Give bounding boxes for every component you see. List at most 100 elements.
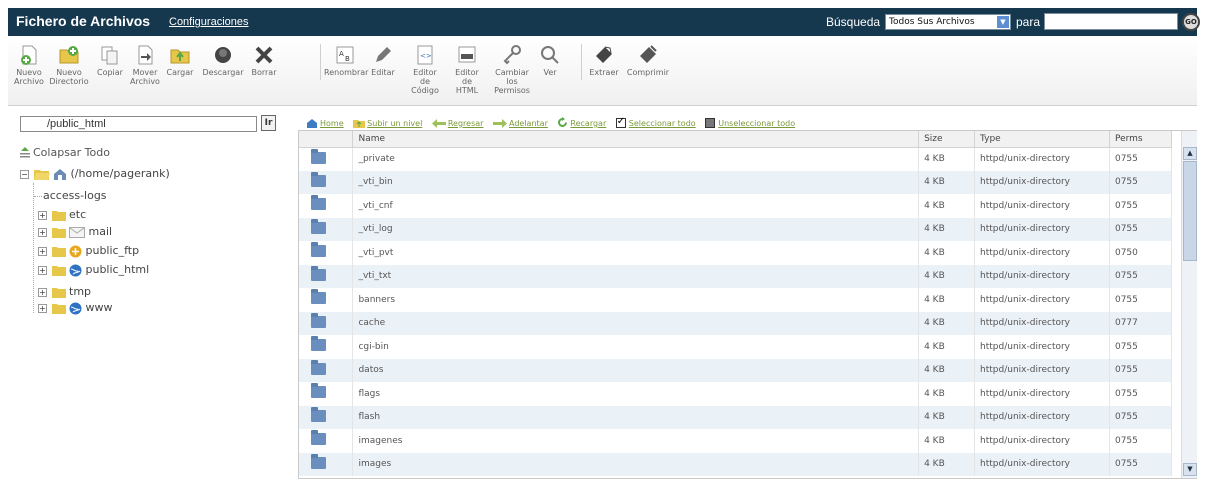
table-row[interactable]: _private 4 KB httpd/unix-directory 0755 xyxy=(299,147,1173,171)
search-input[interactable] xyxy=(1044,13,1178,30)
folder-icon xyxy=(311,406,326,422)
tree-node-mail[interactable]: + mail xyxy=(38,225,112,238)
unselect-all-link[interactable]: Unseleccionar todo xyxy=(705,118,795,128)
tree-node-etc[interactable]: + etc xyxy=(38,208,86,221)
up-level-link[interactable]: Subir un nivel xyxy=(353,118,422,128)
change-permissions-button[interactable]: Cambiar los Permisos xyxy=(492,44,532,95)
file-name[interactable]: flash xyxy=(352,405,920,429)
reload-link[interactable]: Recargar xyxy=(557,117,606,128)
file-name[interactable]: _vti_txt xyxy=(352,264,920,288)
collapse-toggle[interactable]: − xyxy=(20,169,29,179)
new-file-label-2: Archivo xyxy=(14,77,44,86)
tree-node-public-ftp[interactable]: + public_ftp xyxy=(38,244,139,258)
select-all-link[interactable]: Seleccionar todo xyxy=(615,116,696,128)
compress-button[interactable]: Comprimir xyxy=(626,44,670,77)
table-row[interactable]: _vti_log 4 KB httpd/unix-directory 0755 xyxy=(299,217,1173,241)
code-editor-label-2: de xyxy=(420,77,430,86)
table-row[interactable]: _vti_txt 4 KB httpd/unix-directory 0755 xyxy=(299,264,1173,288)
type-column-header[interactable]: Type xyxy=(974,131,1110,148)
file-name[interactable]: _private xyxy=(352,147,920,171)
file-perms: 0750 xyxy=(1109,241,1173,265)
file-name[interactable]: _vti_bin xyxy=(352,170,920,194)
file-type: httpd/unix-directory xyxy=(974,335,1110,359)
tree-node-tmp[interactable]: + tmp xyxy=(38,285,91,298)
file-name[interactable]: _vti_log xyxy=(352,217,920,241)
new-file-button[interactable]: Nuevo Archivo xyxy=(14,44,44,86)
file-perms: 0755 xyxy=(1109,429,1173,453)
file-perms: 0777 xyxy=(1109,311,1173,335)
go-button[interactable]: GO xyxy=(1182,13,1200,31)
upload-button[interactable]: Cargar xyxy=(164,44,196,77)
home-link[interactable]: Home xyxy=(306,118,344,128)
settings-link[interactable]: Configuraciones xyxy=(169,16,249,28)
file-type: httpd/unix-directory xyxy=(974,288,1110,312)
table-row[interactable]: _vti_pvt 4 KB httpd/unix-directory 0750 xyxy=(299,241,1173,265)
table-row[interactable]: cgi-bin 4 KB httpd/unix-directory 0755 xyxy=(299,335,1173,359)
table-row[interactable]: imagenes 4 KB httpd/unix-directory 0755 xyxy=(299,429,1173,453)
move-file-button[interactable]: Mover Archivo xyxy=(130,44,160,86)
collapse-all-button[interactable]: Colapsar Todo xyxy=(20,146,110,159)
expand-toggle[interactable]: + xyxy=(38,287,47,297)
size-column-header[interactable]: Size xyxy=(918,131,976,148)
tree-label: www xyxy=(85,301,113,314)
scroll-thumb[interactable] xyxy=(1183,161,1197,261)
scroll-up-arrow-icon[interactable]: ▲ xyxy=(1183,147,1197,160)
edit-button[interactable]: Editar xyxy=(368,44,398,77)
expand-toggle[interactable]: + xyxy=(38,303,47,313)
rename-button[interactable]: AB Renombrar xyxy=(324,44,368,77)
table-row[interactable]: banners 4 KB httpd/unix-directory 0755 xyxy=(299,288,1173,312)
new-directory-button[interactable]: Nuevo Directorio xyxy=(48,44,90,86)
tree-node-access-logs[interactable]: access-logs xyxy=(43,189,107,202)
file-name[interactable]: cgi-bin xyxy=(352,335,920,359)
new-file-icon xyxy=(21,45,37,65)
file-name[interactable]: flags xyxy=(352,382,920,406)
table-row[interactable]: datos 4 KB httpd/unix-directory 0755 xyxy=(299,358,1173,382)
new-file-label-1: Nuevo xyxy=(16,68,42,77)
chevron-down-icon[interactable]: ▼ xyxy=(997,16,1009,28)
table-row[interactable]: images 4 KB httpd/unix-directory 0755 xyxy=(299,452,1173,476)
file-name[interactable]: images xyxy=(352,452,920,476)
file-name[interactable]: imagenes xyxy=(352,429,920,453)
download-button[interactable]: Descargar xyxy=(199,44,247,77)
table-row[interactable]: _vti_bin 4 KB httpd/unix-directory 0755 xyxy=(299,170,1173,194)
file-name[interactable]: banners xyxy=(352,288,920,312)
expand-toggle[interactable]: + xyxy=(38,210,47,220)
directory-tree-panel: Ir Colapsar Todo − (/home/pagerank) acce… xyxy=(8,113,298,479)
expand-toggle[interactable]: + xyxy=(38,227,47,237)
select-all-label: Seleccionar todo xyxy=(628,119,696,128)
folder-icon xyxy=(51,227,66,238)
view-button[interactable]: Ver xyxy=(538,44,562,77)
tree-node-root[interactable]: − (/home/pagerank) xyxy=(20,167,170,180)
expand-toggle[interactable]: + xyxy=(38,265,47,275)
file-name[interactable]: _vti_cnf xyxy=(352,194,920,218)
copy-button[interactable]: Copiar xyxy=(96,44,124,77)
back-link[interactable]: Regresar xyxy=(431,119,483,128)
table-row[interactable]: flash 4 KB httpd/unix-directory 0755 xyxy=(299,405,1173,429)
code-editor-button[interactable]: <> Editor de Código xyxy=(410,44,440,95)
arrow-left-icon xyxy=(431,119,446,128)
search-scope-select[interactable]: Todos Sus Archivos ▼ xyxy=(885,14,1011,30)
forward-link[interactable]: Adelantar xyxy=(493,119,548,128)
path-go-button[interactable]: Ir xyxy=(261,115,276,131)
vertical-scrollbar[interactable]: ▲ ▼ xyxy=(1181,131,1197,478)
tree-node-www[interactable]: + www xyxy=(38,301,113,315)
file-name[interactable]: _vti_pvt xyxy=(352,241,920,265)
tree-node-public-html[interactable]: + public_html xyxy=(38,263,149,277)
table-row[interactable]: _vti_cnf 4 KB httpd/unix-directory 0755 xyxy=(299,194,1173,218)
scroll-down-arrow-icon[interactable]: ▼ xyxy=(1183,463,1197,476)
table-row[interactable]: flags 4 KB httpd/unix-directory 0755 xyxy=(299,382,1173,406)
html-editor-button[interactable]: Editor de HTML xyxy=(452,44,482,95)
expand-toggle[interactable]: + xyxy=(38,246,47,256)
file-name[interactable]: cache xyxy=(352,311,920,335)
file-type: httpd/unix-directory xyxy=(974,241,1110,265)
collapse-all-label: Colapsar Todo xyxy=(33,146,110,159)
perms-column-header[interactable]: Perms xyxy=(1109,131,1173,148)
table-row[interactable]: cache 4 KB httpd/unix-directory 0777 xyxy=(299,311,1173,335)
path-input[interactable] xyxy=(20,116,257,132)
globe-icon xyxy=(69,264,82,276)
file-name[interactable]: datos xyxy=(352,358,920,382)
row-icon-cell xyxy=(299,405,354,429)
extract-button[interactable]: Extraer xyxy=(586,44,622,77)
name-column-header[interactable]: Name xyxy=(352,131,920,148)
delete-button[interactable]: Borrar xyxy=(249,44,279,77)
